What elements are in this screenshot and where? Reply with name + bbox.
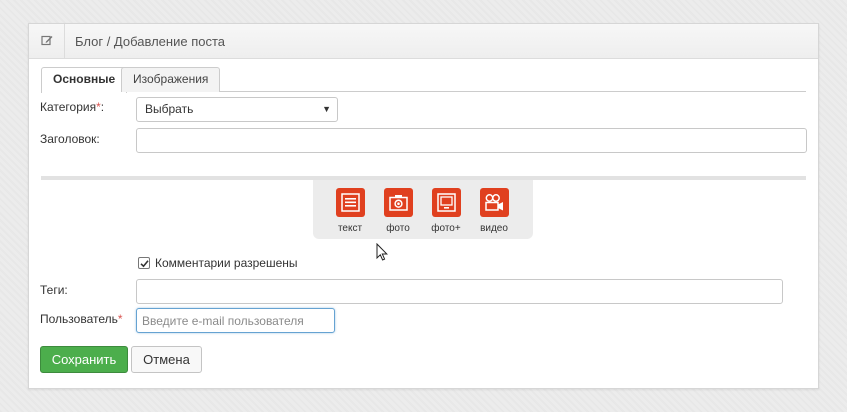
category-label: Категория*: [40,100,105,114]
caret-down-icon: ▼ [322,104,331,114]
media-photo-label: фото [386,223,410,234]
media-gallery-button[interactable]: фото+ [426,188,466,234]
user-label: Пользователь* [40,312,123,326]
page-title: Блог / Добавление поста [75,34,225,49]
checkmark-icon [139,259,149,267]
cancel-button[interactable]: Отмена [131,346,202,373]
media-photo-button[interactable]: фото [378,188,418,234]
category-select[interactable]: Выбрать ▼ [136,97,338,122]
save-button[interactable]: Сохранить [40,346,128,373]
title-label: Заголовок: [40,132,100,146]
title-input[interactable] [136,128,807,153]
comments-allowed-checkbox[interactable] [138,257,150,269]
tags-input[interactable] [136,279,783,304]
tab-bar: Основные Изображения [41,67,806,93]
text-icon [335,188,365,217]
header-icon-box [29,24,65,58]
gallery-icon [431,188,461,217]
media-text-label: текст [337,223,363,234]
media-video-label: видео [480,223,508,234]
user-email-input[interactable] [136,308,335,333]
camera-icon [383,188,413,217]
category-select-value: Выбрать [145,102,194,116]
mouse-cursor-icon [376,242,388,264]
media-gallery-label: фото+ [431,223,461,234]
media-toolbar: текст фото фото+ видео [313,180,533,239]
video-camera-icon [479,188,509,217]
media-text-button[interactable]: текст [330,188,370,234]
comments-allowed-label: Комментарии разрешены [155,256,298,270]
panel-header: Блог / Добавление поста [29,24,818,59]
comments-allowed-row: Комментарии разрешены [138,256,298,270]
blog-post-panel: Блог / Добавление поста Основные Изображ… [28,23,819,389]
media-video-button[interactable]: видео [474,188,514,234]
tags-label: Теги: [40,283,68,297]
tab-main[interactable]: Основные [41,67,128,93]
tab-images[interactable]: Изображения [121,67,221,92]
edit-icon [40,34,53,49]
